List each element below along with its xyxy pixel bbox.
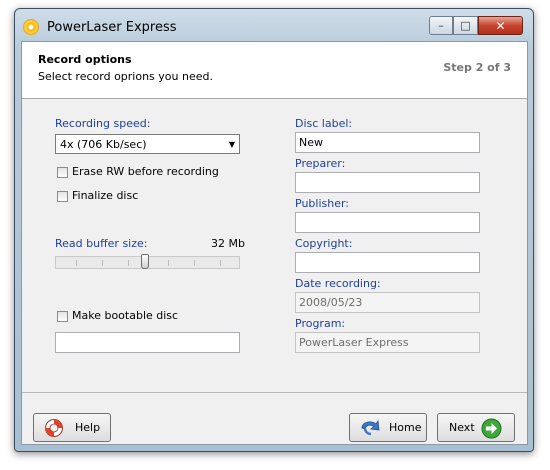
footer-divider: [22, 392, 527, 393]
publisher-label: Publisher:: [295, 197, 350, 210]
bootable-disc-checkbox[interactable]: [57, 311, 68, 322]
copyright-label: Copyright:: [295, 237, 353, 250]
bootable-disc-label[interactable]: Make bootable disc: [72, 309, 178, 322]
slider-tick: [168, 260, 169, 266]
page-title: Record options: [38, 53, 132, 66]
step-indicator: Step 2 of 3: [443, 61, 511, 74]
date-recording-input: [296, 294, 474, 311]
program-label: Program:: [295, 317, 346, 330]
dialog-body: Record options Select record oprions you…: [21, 41, 528, 445]
publisher-field[interactable]: [295, 212, 480, 233]
erase-rw-checkbox[interactable]: [57, 167, 68, 178]
read-buffer-label: Read buffer size:: [55, 237, 148, 250]
disc-label-label: Disc label:: [295, 117, 353, 130]
chevron-down-icon[interactable]: ▼: [229, 140, 235, 149]
program-input: [296, 334, 474, 351]
next-button-label: Next: [449, 421, 475, 434]
publisher-input[interactable]: [296, 214, 474, 231]
slider-tick: [220, 260, 221, 266]
preparer-input[interactable]: [296, 174, 474, 191]
page-subtitle: Select record oprions you need.: [38, 70, 213, 83]
back-arrow-icon: [361, 419, 380, 436]
date-recording-field: [295, 292, 480, 313]
read-buffer-slider-thumb[interactable]: [141, 254, 149, 269]
help-button[interactable]: Help: [33, 413, 111, 442]
title-bar[interactable]: PowerLaser Express – □ ✕: [15, 9, 533, 41]
finalize-disc-checkbox[interactable]: [57, 191, 68, 202]
bootable-image-input[interactable]: [56, 334, 234, 351]
close-button[interactable]: ✕: [478, 16, 523, 35]
forward-arrow-icon: [481, 418, 502, 439]
window-title: PowerLaser Express: [47, 20, 177, 35]
read-buffer-value: 32 Mb: [211, 237, 245, 250]
slider-tick: [76, 260, 77, 266]
disc-label-field[interactable]: [295, 132, 480, 153]
home-button-label: Home: [389, 421, 422, 434]
help-button-label: Help: [75, 421, 101, 434]
next-button[interactable]: Next: [437, 413, 515, 442]
date-recording-label: Date recording:: [295, 277, 381, 290]
program-field: [295, 332, 480, 353]
slider-tick: [194, 260, 195, 266]
app-window: PowerLaser Express – □ ✕ Record options …: [14, 8, 534, 452]
slider-tick: [102, 260, 103, 266]
bootable-image-field[interactable]: [55, 332, 240, 353]
preparer-label: Preparer:: [295, 157, 346, 170]
maximize-button[interactable]: □: [453, 16, 478, 35]
minimize-button[interactable]: –: [429, 16, 453, 35]
copyright-input[interactable]: [296, 254, 474, 271]
preparer-field[interactable]: [295, 172, 480, 193]
wizard-header: Record options Select record oprions you…: [22, 42, 527, 99]
recording-speed-label: Recording speed:: [55, 117, 151, 130]
recording-speed-select[interactable]: 4x (706 Kb/sec) ▼: [55, 134, 240, 154]
recording-speed-value: 4x (706 Kb/sec): [60, 138, 147, 151]
erase-rw-label[interactable]: Erase RW before recording: [72, 165, 219, 178]
finalize-disc-label[interactable]: Finalize disc: [72, 189, 138, 202]
disc-icon: [23, 19, 39, 35]
home-button[interactable]: Home: [349, 413, 427, 442]
lifebuoy-icon: [45, 419, 63, 437]
slider-tick: [128, 260, 129, 266]
copyright-field[interactable]: [295, 252, 480, 273]
disc-label-input[interactable]: [296, 134, 474, 151]
